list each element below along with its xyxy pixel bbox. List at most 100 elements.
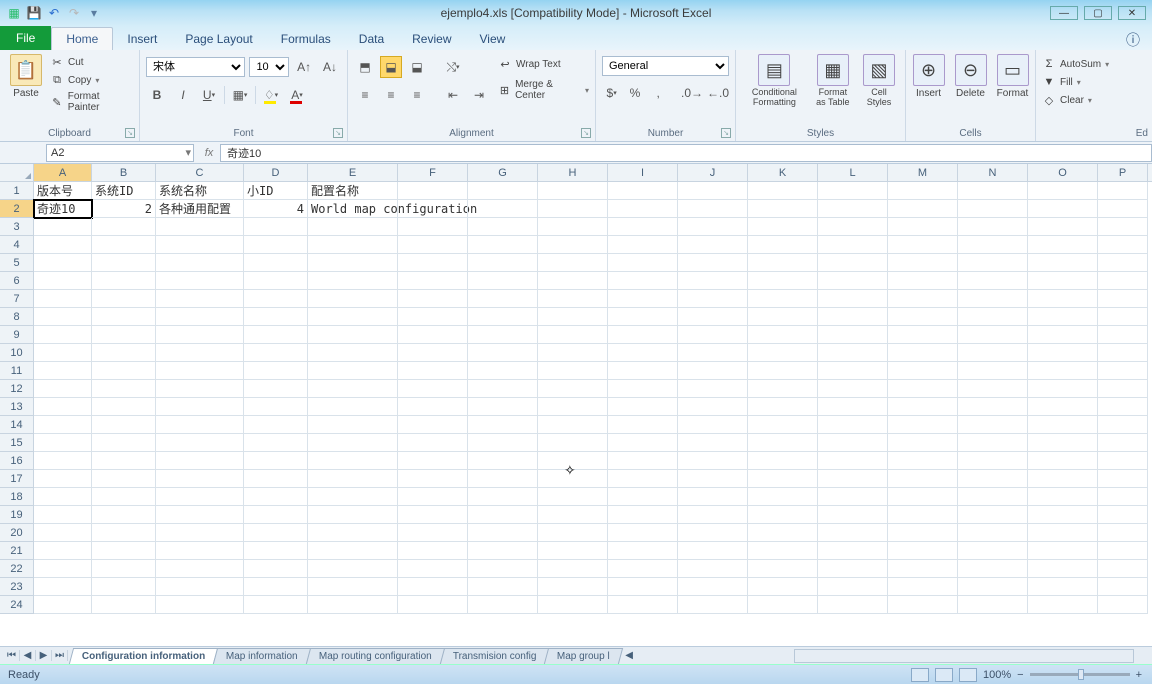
cell[interactable] — [398, 272, 468, 290]
cell[interactable] — [34, 236, 92, 254]
col-header[interactable]: L — [818, 164, 888, 181]
cell[interactable] — [308, 452, 398, 470]
col-header[interactable]: I — [608, 164, 678, 181]
percent-button[interactable]: % — [625, 82, 644, 104]
cell[interactable] — [398, 488, 468, 506]
cell[interactable] — [1028, 578, 1098, 596]
cell[interactable] — [538, 398, 608, 416]
cell[interactable] — [678, 398, 748, 416]
cell[interactable] — [34, 542, 92, 560]
cell[interactable] — [34, 506, 92, 524]
cell[interactable] — [34, 578, 92, 596]
cell[interactable] — [468, 362, 538, 380]
row-header[interactable]: 10 — [0, 344, 34, 362]
cell[interactable] — [748, 542, 818, 560]
comma-button[interactable]: , — [649, 82, 668, 104]
cell[interactable] — [308, 254, 398, 272]
cell[interactable] — [818, 272, 888, 290]
cell[interactable] — [818, 560, 888, 578]
cell[interactable] — [958, 290, 1028, 308]
cell[interactable] — [34, 308, 92, 326]
cell[interactable] — [308, 542, 398, 560]
cell[interactable] — [958, 542, 1028, 560]
col-header[interactable]: C — [156, 164, 244, 181]
cell[interactable] — [748, 596, 818, 614]
normal-view-button[interactable] — [911, 668, 929, 682]
cell[interactable] — [398, 236, 468, 254]
zoom-in-button[interactable]: + — [1136, 669, 1142, 681]
cell[interactable] — [748, 416, 818, 434]
cell[interactable] — [818, 344, 888, 362]
cell[interactable] — [1098, 398, 1148, 416]
cell[interactable] — [1098, 236, 1148, 254]
cell[interactable] — [608, 524, 678, 542]
sheet-tab[interactable]: Transmision config — [440, 648, 550, 664]
cell[interactable] — [308, 380, 398, 398]
cell[interactable] — [1028, 290, 1098, 308]
cell[interactable] — [244, 272, 308, 290]
cell[interactable] — [156, 398, 244, 416]
cell[interactable]: 配置名称 — [308, 182, 398, 200]
cell[interactable] — [888, 308, 958, 326]
sheet-tab[interactable]: Map information — [213, 648, 311, 664]
cell[interactable] — [678, 596, 748, 614]
cell[interactable] — [748, 344, 818, 362]
cell[interactable] — [244, 290, 308, 308]
cell[interactable] — [888, 272, 958, 290]
cell[interactable] — [958, 254, 1028, 272]
cell[interactable] — [608, 236, 678, 254]
cell[interactable]: 小ID — [244, 182, 308, 200]
cell[interactable] — [34, 218, 92, 236]
cell[interactable] — [1098, 506, 1148, 524]
cell[interactable] — [244, 578, 308, 596]
sheet-tab[interactable]: Map group l — [544, 648, 623, 664]
align-top-button[interactable]: ⬒ — [354, 56, 376, 78]
select-all-corner[interactable] — [0, 164, 34, 181]
cell[interactable] — [468, 560, 538, 578]
cell[interactable] — [308, 434, 398, 452]
cell[interactable] — [92, 398, 156, 416]
copy-button[interactable]: ⧉Copy ▾ — [50, 72, 133, 88]
cell[interactable] — [244, 380, 308, 398]
zoom-out-button[interactable]: − — [1017, 669, 1023, 681]
cell[interactable]: 奇迹10 — [34, 200, 92, 218]
format-as-table-button[interactable]: ▦Format as Table — [809, 52, 857, 110]
autosum-button[interactable]: ΣAutoSum▾ — [1042, 56, 1146, 72]
cell[interactable] — [398, 434, 468, 452]
cell[interactable] — [678, 452, 748, 470]
cell[interactable] — [748, 488, 818, 506]
cell[interactable] — [818, 308, 888, 326]
cell[interactable] — [678, 524, 748, 542]
cell[interactable] — [608, 344, 678, 362]
row-header[interactable]: 5 — [0, 254, 34, 272]
cell[interactable] — [538, 560, 608, 578]
increase-indent-button[interactable]: ⇥ — [468, 84, 490, 106]
cell[interactable] — [92, 416, 156, 434]
cell[interactable] — [1028, 416, 1098, 434]
cell[interactable] — [538, 290, 608, 308]
cell[interactable] — [468, 200, 538, 218]
cell[interactable] — [398, 290, 468, 308]
cell[interactable] — [818, 182, 888, 200]
row-header[interactable]: 22 — [0, 560, 34, 578]
cell[interactable] — [1028, 200, 1098, 218]
cell[interactable] — [156, 524, 244, 542]
cell[interactable] — [92, 326, 156, 344]
cell[interactable] — [156, 578, 244, 596]
cell[interactable] — [888, 578, 958, 596]
cell[interactable] — [538, 578, 608, 596]
cell[interactable] — [678, 434, 748, 452]
cell[interactable] — [748, 326, 818, 344]
cell[interactable] — [818, 254, 888, 272]
tab-formulas[interactable]: Formulas — [267, 28, 345, 50]
cell[interactable] — [958, 236, 1028, 254]
cell[interactable] — [1028, 596, 1098, 614]
col-header[interactable]: P — [1098, 164, 1148, 181]
row-header[interactable]: 17 — [0, 470, 34, 488]
cell[interactable] — [608, 470, 678, 488]
cell[interactable] — [92, 434, 156, 452]
cell[interactable] — [538, 272, 608, 290]
cell[interactable] — [678, 236, 748, 254]
cell[interactable] — [156, 218, 244, 236]
align-middle-button[interactable]: ⬓ — [380, 56, 402, 78]
